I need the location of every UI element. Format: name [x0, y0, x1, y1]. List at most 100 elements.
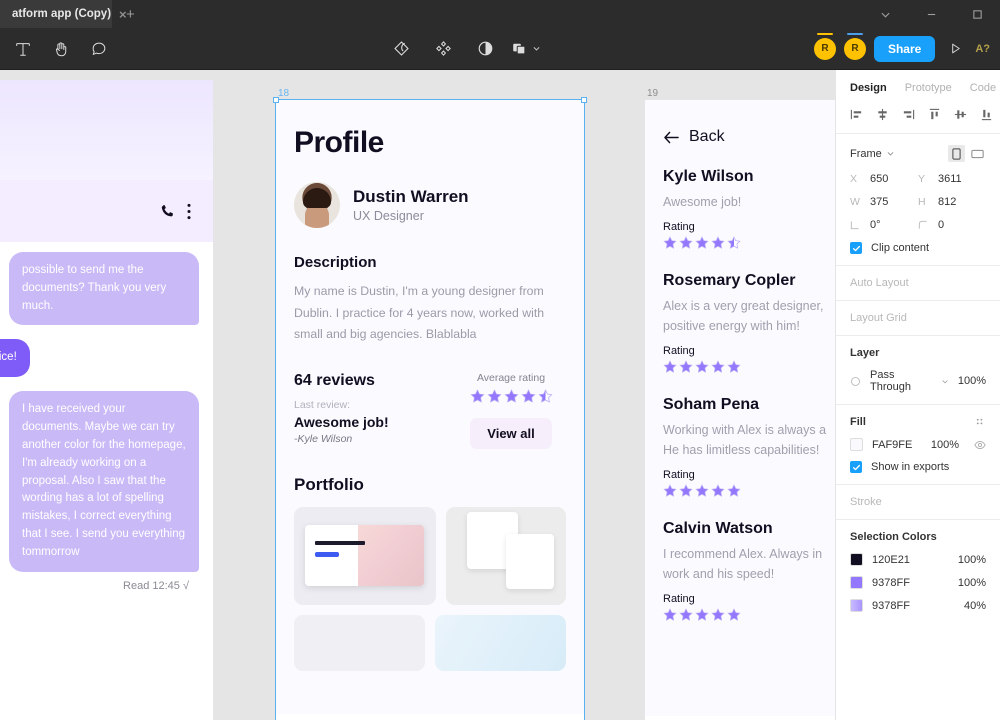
- rotation-field[interactable]: 0°: [850, 219, 918, 231]
- fill-opacity[interactable]: 100%: [931, 439, 959, 451]
- avatar[interactable]: R: [813, 32, 836, 60]
- selection-color-row[interactable]: 9378FF 40%: [850, 599, 986, 612]
- portfolio-thumbnail[interactable]: [435, 614, 566, 671]
- frame-kind-row: Frame: [850, 145, 986, 162]
- share-button[interactable]: Share: [873, 35, 936, 62]
- design-canvas[interactable]: larchal possible to send me the document…: [0, 70, 835, 720]
- color-hex[interactable]: 120E21: [872, 554, 910, 566]
- layer-opacity[interactable]: 100%: [958, 375, 986, 387]
- portfolio-preview-image: [305, 525, 425, 586]
- align-top-icon[interactable]: [928, 108, 941, 121]
- clip-content-row[interactable]: Clip content: [850, 242, 986, 254]
- chat-contact-name: larchal: [0, 200, 148, 222]
- tab-code[interactable]: Code: [970, 82, 996, 94]
- maximize-icon[interactable]: [954, 0, 1000, 28]
- align-vertical-center-icon[interactable]: [954, 108, 967, 121]
- tab-design[interactable]: Design: [850, 82, 887, 94]
- comment-tool-icon[interactable]: [82, 33, 116, 65]
- text-tool-icon[interactable]: [6, 33, 40, 65]
- clip-content-toggle[interactable]: Clip content: [850, 242, 929, 254]
- layers-tool-icon[interactable]: [510, 33, 543, 65]
- zoom-level-indicator[interactable]: A?: [975, 43, 992, 55]
- color-swatch[interactable]: [850, 553, 863, 566]
- chevron-down-icon[interactable]: [941, 377, 949, 386]
- blend-mode-icon: [850, 376, 861, 387]
- description-heading: Description: [294, 254, 377, 271]
- blend-mode-row[interactable]: Pass Through 100%: [850, 369, 986, 393]
- back-button[interactable]: Back: [663, 128, 819, 146]
- show-in-exports-row[interactable]: Show in exports: [850, 461, 986, 473]
- star-full-icon: [727, 484, 741, 497]
- file-tab[interactable]: atform app (Copy) ×: [0, 0, 127, 28]
- selection-color-row[interactable]: 9378FF 100%: [850, 576, 986, 589]
- review-stars: [663, 484, 819, 498]
- auto-layout-section[interactable]: Auto Layout: [836, 266, 1000, 301]
- contrast-tool-icon[interactable]: [468, 33, 502, 65]
- layout-grid-section[interactable]: Layout Grid: [836, 301, 1000, 336]
- color-swatch[interactable]: [850, 599, 863, 612]
- tab-prototype[interactable]: Prototype: [905, 82, 952, 94]
- phone-icon[interactable]: [158, 202, 177, 221]
- frame-label-reviews[interactable]: 19: [647, 88, 658, 99]
- reviews-frame[interactable]: Back Kyle Wilson Awesome job! Rating Ros…: [645, 100, 835, 720]
- align-left-icon[interactable]: [850, 108, 863, 121]
- y-field[interactable]: Y 3611: [918, 173, 986, 185]
- chevron-down-icon[interactable]: [862, 0, 908, 28]
- properties-sidebar[interactable]: Design Prototype Code Frame X 650 Y 3611…: [835, 70, 1000, 720]
- view-all-button[interactable]: View all: [470, 417, 552, 449]
- corner-radius-icon: [918, 220, 929, 230]
- fill-row[interactable]: FAF9FE 100%: [850, 438, 986, 451]
- avatar[interactable]: R: [843, 32, 866, 60]
- star-full-icon: [663, 360, 677, 373]
- hand-tool-icon[interactable]: [44, 33, 78, 65]
- color-opacity[interactable]: 100%: [958, 554, 986, 566]
- avatar: [294, 182, 340, 228]
- new-tab-button[interactable]: +: [112, 0, 149, 28]
- fill-title: Fill: [850, 416, 866, 428]
- portfolio-thumbnail[interactable]: [445, 506, 566, 605]
- portfolio-thumbnail[interactable]: [294, 614, 425, 671]
- minimize-icon[interactable]: [908, 0, 954, 28]
- color-swatch[interactable]: [850, 576, 863, 589]
- x-field[interactable]: X 650: [850, 173, 918, 185]
- fill-styles-icon[interactable]: [975, 417, 986, 428]
- color-hex[interactable]: 9378FF: [872, 577, 910, 589]
- portrait-icon[interactable]: [948, 145, 965, 162]
- landscape-icon[interactable]: [969, 145, 986, 162]
- align-horizontal-center-icon[interactable]: [876, 108, 889, 121]
- components-tool-icon[interactable]: [384, 33, 418, 65]
- selection-handle-tr[interactable]: [581, 97, 587, 103]
- profile-bottom-nav[interactable]: [276, 714, 584, 720]
- present-play-icon[interactable]: [943, 33, 967, 65]
- stroke-section[interactable]: Stroke: [836, 485, 1000, 520]
- review-item: Soham Pena Working with Alex is always a…: [663, 396, 826, 498]
- portfolio-thumbnail[interactable]: [294, 506, 436, 605]
- color-opacity[interactable]: 40%: [964, 600, 986, 612]
- selection-handle-tl[interactable]: [273, 97, 279, 103]
- align-bottom-icon[interactable]: [980, 108, 993, 121]
- checkbox-checked-icon[interactable]: [850, 461, 862, 473]
- profile-frame[interactable]: Profile Dustin Warren UX Designer Descri…: [275, 99, 585, 720]
- chat-frame[interactable]: larchal possible to send me the document…: [0, 80, 213, 720]
- fill-swatch[interactable]: [850, 438, 863, 451]
- file-tab-label: atform app (Copy): [12, 8, 112, 20]
- frame-label-profile[interactable]: 18: [278, 88, 289, 99]
- height-field[interactable]: H 812: [918, 196, 986, 208]
- plugins-tool-icon[interactable]: [426, 33, 460, 65]
- star-full-icon: [663, 484, 677, 497]
- color-hex[interactable]: 9378FF: [872, 600, 910, 612]
- width-field[interactable]: W 375: [850, 196, 918, 208]
- eye-icon[interactable]: [974, 440, 986, 450]
- color-opacity[interactable]: 100%: [958, 577, 986, 589]
- corner-radius-field[interactable]: 0: [918, 219, 986, 231]
- frame-kind-dropdown[interactable]: Frame: [850, 148, 895, 160]
- chat-message-list[interactable]: possible to send me the documents? Thank…: [0, 242, 213, 669]
- average-rating-stars: [456, 388, 566, 404]
- w-value: 375: [870, 196, 889, 208]
- fill-hex[interactable]: FAF9FE: [872, 439, 912, 451]
- more-vertical-icon[interactable]: [187, 203, 191, 220]
- checkbox-checked-icon[interactable]: [850, 242, 862, 254]
- reviews-bottom-nav[interactable]: [645, 716, 835, 720]
- align-right-icon[interactable]: [902, 108, 915, 121]
- selection-color-row[interactable]: 120E21 100%: [850, 553, 986, 566]
